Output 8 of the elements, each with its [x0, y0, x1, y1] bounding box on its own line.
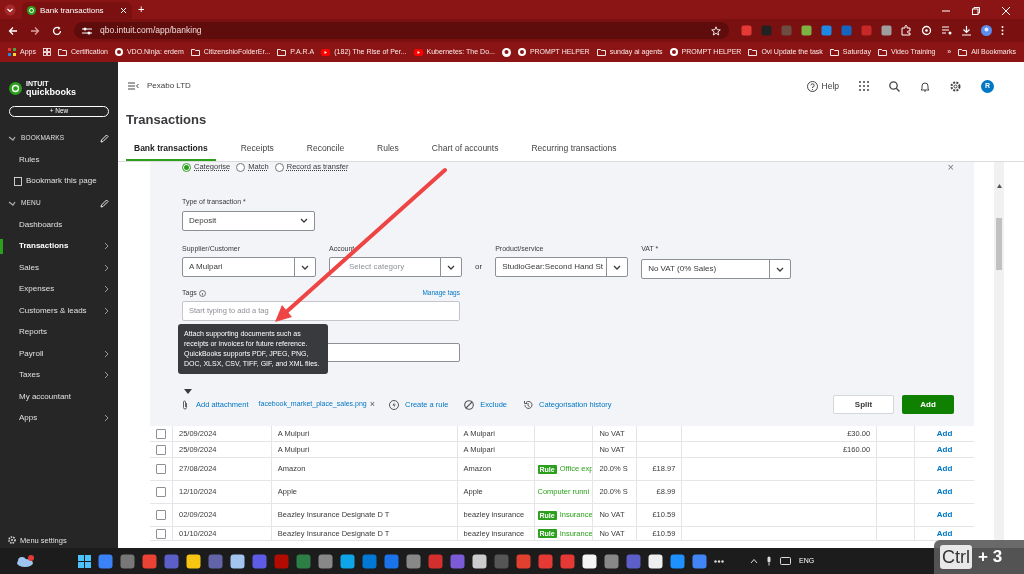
logo-text: quickbooks — [26, 88, 76, 96]
key-cap: Ctrl — [940, 545, 972, 569]
company-name: Pexabo LTD — [147, 80, 192, 92]
url-text: qbo.intuit.com/app/banking — [100, 24, 203, 37]
key-plus-label: + 3 — [978, 546, 1003, 569]
or-label: or — [475, 260, 483, 273]
page-title: Transactions — [125, 111, 208, 129]
tab-title: Bank transactions — [40, 4, 105, 17]
